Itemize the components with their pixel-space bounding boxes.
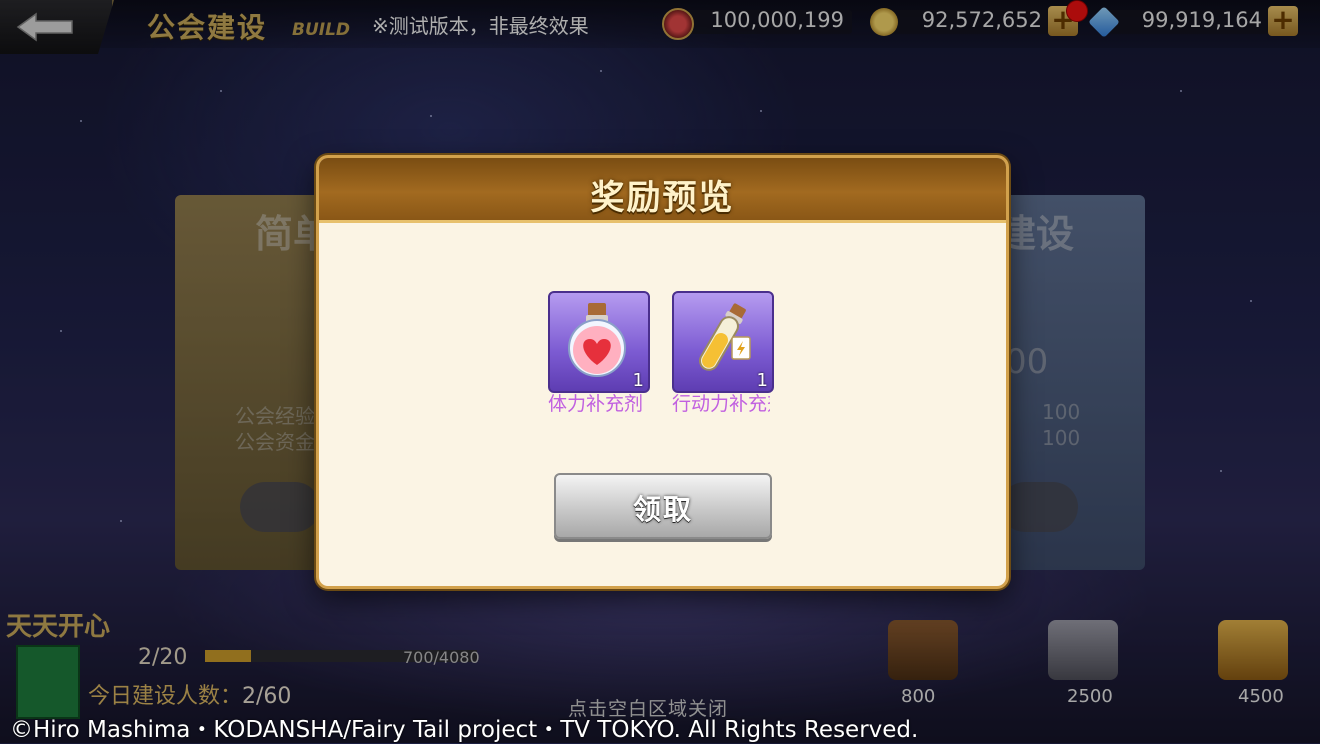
item-count: 1 <box>756 370 768 391</box>
heart-potion-icon <box>568 303 626 377</box>
reward-item-stamina-name: 体力补充剂 <box>548 393 644 415</box>
copyright-notice: ©Hiro Mashima・KODANSHA/Fairy Tail projec… <box>10 717 919 743</box>
reward-item-energy[interactable]: 1 <box>672 291 774 393</box>
item-count: 1 <box>632 370 644 391</box>
reward-preview-dialog: 奖励预览 1 体力补充剂 1 行动力补充剂 领取 <box>316 155 1009 589</box>
reward-item-stamina[interactable]: 1 <box>548 291 650 393</box>
dialog-header: 奖励预览 <box>319 158 1006 223</box>
reward-item-energy-name: 行动力补充剂 <box>672 393 770 415</box>
claim-button-label: 领取 <box>632 493 693 526</box>
claim-button[interactable]: 领取 <box>554 473 772 539</box>
dialog-title: 奖励预览 <box>590 178 735 218</box>
energy-vial-icon <box>699 303 751 371</box>
